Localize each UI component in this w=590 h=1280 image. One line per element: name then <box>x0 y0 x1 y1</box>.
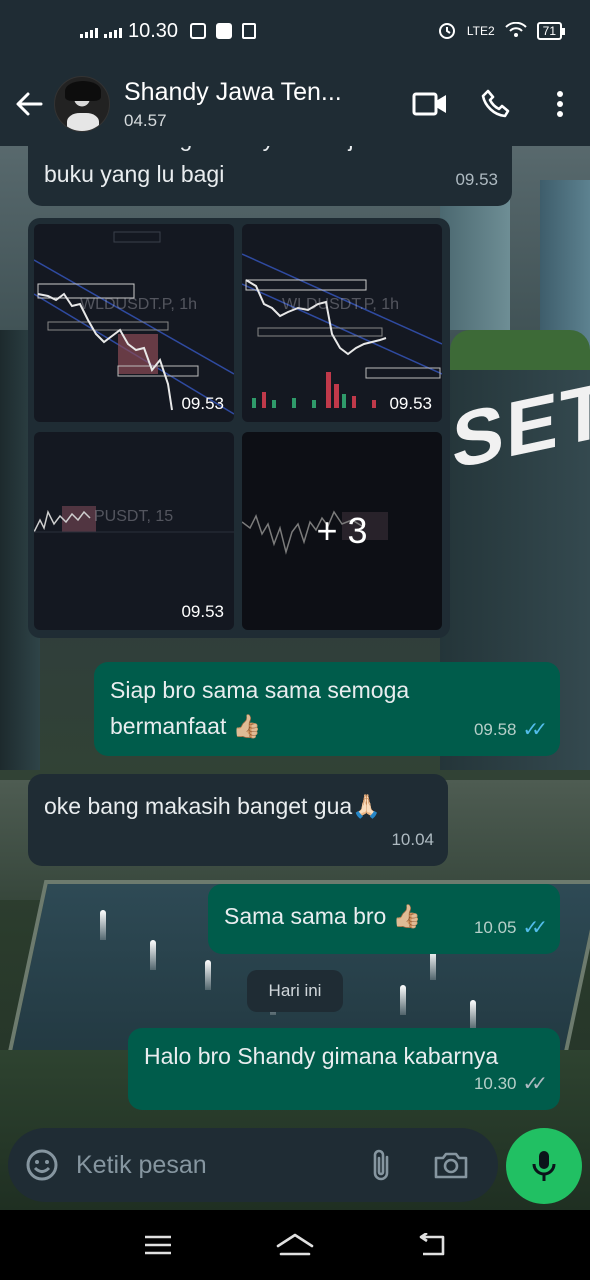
video-call-button[interactable] <box>400 74 460 134</box>
recent-apps-button[interactable] <box>128 1220 188 1270</box>
contact-name: Shandy Jawa Ten... <box>124 77 342 106</box>
chart-symbol-label: WLDUSDT.P, 1h <box>80 296 198 313</box>
message-input[interactable] <box>76 1150 346 1180</box>
message-meta: 09.53 <box>455 162 498 198</box>
system-navigation-bar <box>0 1210 590 1280</box>
back-return-icon <box>419 1233 444 1256</box>
more-images-count: + 3 <box>242 432 442 630</box>
more-options-button[interactable] <box>530 74 590 134</box>
image-time: 09.53 <box>181 602 224 621</box>
message-text: Siap bro sama sama semoga <box>110 677 410 703</box>
app-notification-icon <box>242 23 257 39</box>
message-bubble-outgoing[interactable]: Siap bro sama sama semoga bermanfaat 👍🏼 … <box>94 662 560 756</box>
signal-icon <box>80 24 98 38</box>
wallpaper-rooftop-garden <box>450 330 590 370</box>
attach-button[interactable] <box>346 1128 416 1202</box>
contact-status: 04.57 <box>124 110 167 130</box>
message-meta: 10.04 <box>391 822 434 858</box>
chart-symbol-label: WLDUSDT.P, 1h <box>282 296 400 313</box>
microphone-icon <box>532 1151 556 1181</box>
home-icon <box>276 1233 314 1256</box>
signal-icon <box>104 24 122 38</box>
status-bar: 10.30 LTE2 71 <box>0 0 590 62</box>
message-time: 10.30 <box>473 1074 517 1093</box>
chart-screenshot <box>34 506 234 533</box>
battery-icon: 71 <box>536 22 566 40</box>
message-text: buku yang lu bagi <box>44 161 225 187</box>
message-time: 09.58 <box>473 720 517 739</box>
mail-icon <box>216 23 233 39</box>
wallpaper-fountain <box>150 940 156 970</box>
status-time: 10.30 <box>128 19 179 42</box>
image-thumbnail[interactable]: WLDUSDT.P, 1h 09.53 <box>242 224 442 422</box>
message-meta: 10.30 ✓✓ <box>473 1066 548 1102</box>
wifi-icon <box>504 21 527 41</box>
read-receipt-icon: ✓✓ <box>522 719 547 741</box>
emoji-icon <box>26 1149 58 1181</box>
home-button[interactable] <box>265 1220 325 1270</box>
image-thumbnail[interactable]: PUSDT, 15 09.53 <box>34 432 234 630</box>
contact-info[interactable]: Shandy Jawa Ten... 04.57 <box>124 78 400 131</box>
date-divider: Hari ini <box>247 970 343 1012</box>
wallpaper-tower <box>540 180 590 350</box>
delivered-receipt-icon: ✓✓ <box>522 1073 547 1095</box>
chart-screenshot <box>34 231 234 415</box>
message-composer <box>8 1128 498 1202</box>
menu-lines-icon <box>145 1235 172 1255</box>
chat-header: Shandy Jawa Ten... 04.57 <box>0 62 590 146</box>
instagram-icon <box>190 23 207 39</box>
message-bubble-outgoing[interactable]: Halo bro Shandy gimana kabarnya 10.30 ✓✓ <box>128 1028 560 1110</box>
camera-button[interactable] <box>416 1128 486 1202</box>
wallpaper-fountain <box>470 1000 476 1030</box>
arrow-left-icon <box>16 92 43 116</box>
voice-message-button[interactable] <box>506 1128 582 1204</box>
phone-icon <box>481 89 510 118</box>
network-label: LTE2 <box>466 24 495 38</box>
camera-icon <box>434 1152 468 1179</box>
video-camera-icon <box>412 92 446 116</box>
message-bubble-incoming[interactable]: oke bang makasih banget gua🙏🏻 10.04 <box>28 774 448 866</box>
image-thumbnail-more[interactable]: + 3 <box>242 432 442 630</box>
image-time: 09.53 <box>181 394 224 413</box>
image-thumbnail[interactable]: WLDUSDT.P, 1h 09.53 <box>34 224 234 422</box>
message-meta: 09.58 ✓✓ <box>473 712 548 748</box>
back-button[interactable] <box>6 79 52 129</box>
avatar[interactable] <box>54 76 110 132</box>
voice-call-button[interactable] <box>466 74 526 134</box>
back-nav-button[interactable] <box>402 1220 462 1270</box>
message-text: oke bang makasih banget gua🙏🏻 <box>44 793 381 819</box>
wallpaper-fountain <box>400 985 406 1015</box>
alarm-icon <box>437 20 457 43</box>
emoji-button[interactable] <box>8 1128 76 1202</box>
message-bubble-outgoing[interactable]: Sama sama bro 👍🏼 10.05 ✓✓ <box>208 884 560 954</box>
paperclip-icon <box>373 1149 389 1181</box>
wallpaper-fountain <box>430 950 436 980</box>
image-album[interactable]: WLDUSDT.P, 1h 09.53 WLDUSDT.P, 1h 09.53 … <box>28 218 450 638</box>
chart-screenshot <box>242 253 442 408</box>
message-time: 09.53 <box>455 170 498 189</box>
wallpaper-fountain <box>205 960 211 990</box>
read-receipt-icon: ✓✓ <box>522 917 547 939</box>
message-time: 10.05 <box>473 918 517 937</box>
message-meta: 10.05 ✓✓ <box>473 910 548 946</box>
wallpaper-fountain <box>100 910 106 940</box>
message-time: 10.04 <box>391 830 434 849</box>
chart-symbol-label: PUSDT, 15 <box>94 508 174 525</box>
image-time: 09.53 <box>389 394 432 413</box>
more-vertical-icon <box>557 91 563 117</box>
